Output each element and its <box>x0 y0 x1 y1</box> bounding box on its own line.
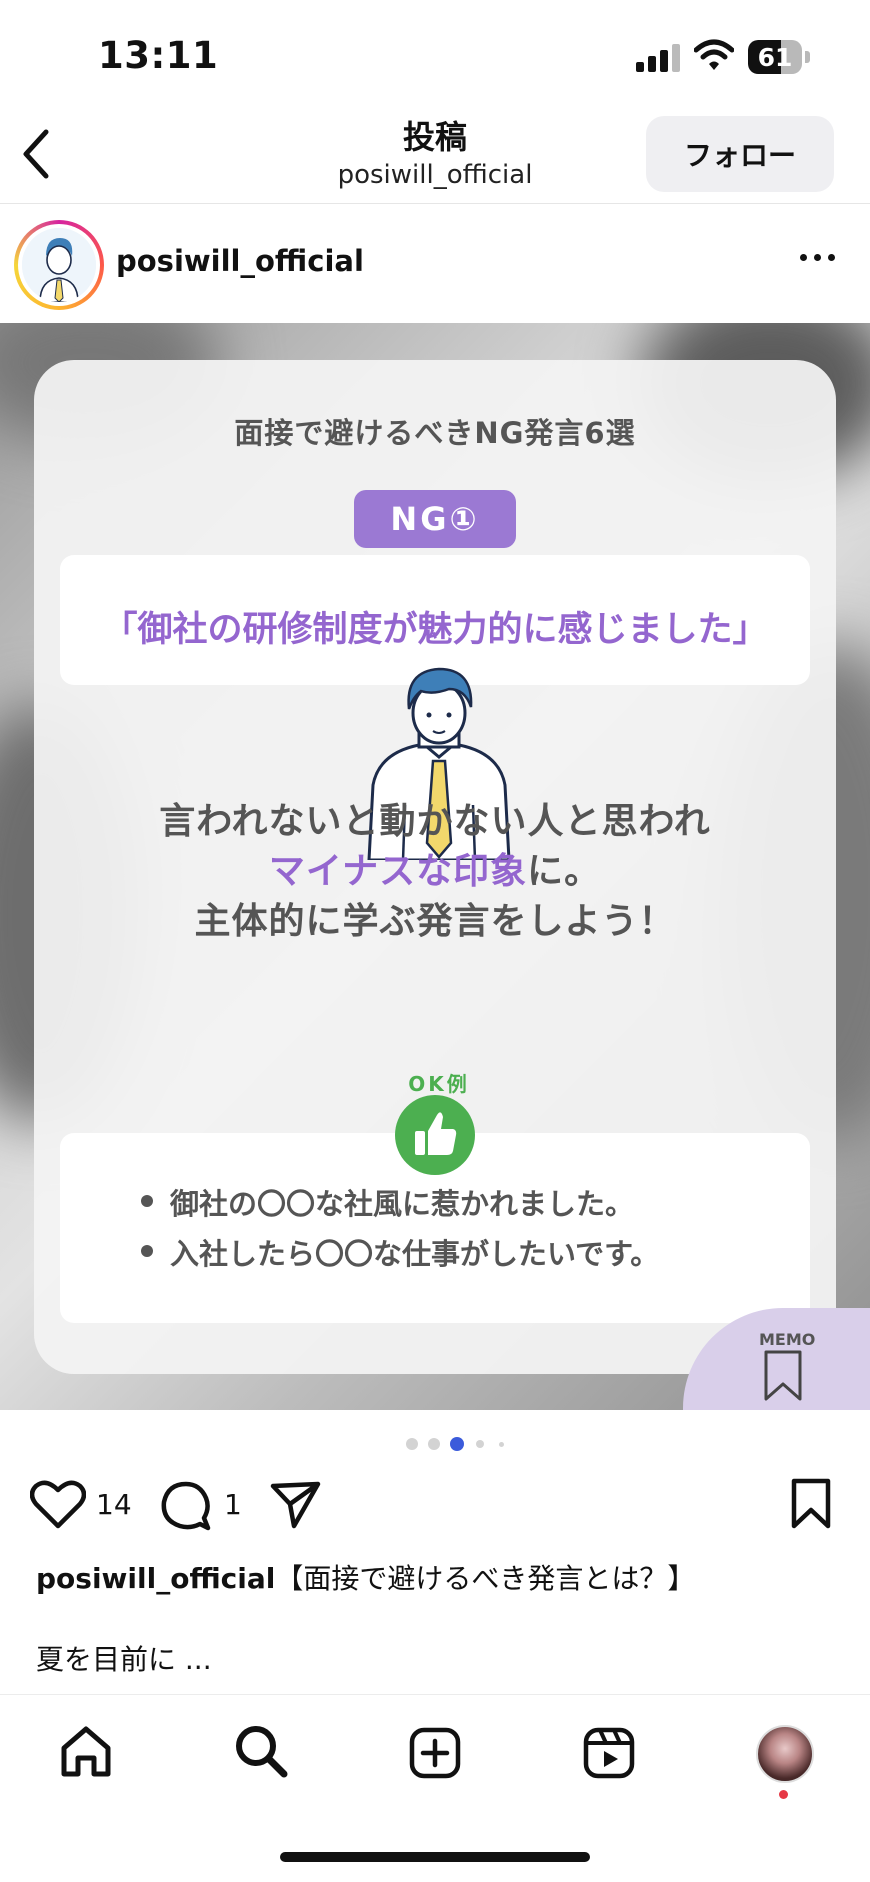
save-bookmark-icon[interactable] <box>790 1478 832 1530</box>
like-heart-icon[interactable] <box>30 1480 86 1530</box>
ok-label: OK例 <box>408 1072 470 1096</box>
message-line-2: マイナスな印象に。 <box>34 842 836 894</box>
reels-icon[interactable] <box>582 1726 636 1780</box>
caption-preview[interactable]: 夏を目前に ... <box>36 1638 212 1678</box>
share-send-icon[interactable] <box>270 1480 322 1530</box>
post-caption: posiwill_official【面接で避けるべき発言とは？】 <box>36 1557 695 1597</box>
carousel-dot <box>428 1438 440 1450</box>
card-title: 面接で避けるべきNG発言6選 <box>234 416 636 450</box>
memo-label: MEMO <box>759 1330 816 1349</box>
ng-badge: NG① <box>354 490 516 548</box>
message-highlight: マイナスな印象 <box>268 851 528 892</box>
home-indicator <box>280 1852 590 1862</box>
carousel-dot <box>476 1440 484 1448</box>
nav-divider <box>0 1694 870 1695</box>
message-line-3: 主体的に学ぶ発言をしよう！ <box>194 901 676 942</box>
profile-avatar[interactable] <box>756 1725 814 1783</box>
account-avatar[interactable] <box>14 220 104 310</box>
battery-cap <box>805 51 810 63</box>
create-post-icon[interactable] <box>408 1726 462 1780</box>
ok-item-1: 御社の〇〇な社風に惹かれました。 <box>140 1181 634 1223</box>
more-options-icon[interactable] <box>800 254 836 262</box>
follow-button[interactable]: フォロー <box>646 116 834 192</box>
header-divider <box>0 203 870 204</box>
comment-count[interactable]: 1 <box>224 1488 242 1521</box>
thumbs-up-icon <box>395 1095 475 1175</box>
memo-bookmark-icon <box>764 1350 802 1401</box>
wifi-icon <box>694 39 734 70</box>
avatar-illustration-icon <box>22 228 96 302</box>
like-count[interactable]: 14 <box>96 1488 132 1521</box>
ok-item-2: 入社したら〇〇な仕事がしたいです。 <box>140 1231 659 1273</box>
status-time: 13:11 <box>98 34 219 77</box>
battery-level-text: 61 <box>757 43 793 72</box>
caption-text: 【面接で避けるべき発言とは？】 <box>275 1562 696 1595</box>
info-card: 面接で避けるべきNG発言6選 「御社の研修制度が魅力的に感じました」 NG① 言… <box>34 360 836 1374</box>
carousel-dot <box>499 1442 504 1447</box>
caption-username[interactable]: posiwill_official <box>36 1562 275 1595</box>
message-line-2-rest: に。 <box>527 851 602 892</box>
carousel-dot <box>406 1438 418 1450</box>
cellular-signal-icon <box>636 42 680 72</box>
carousel-dot-active <box>450 1437 464 1451</box>
search-icon[interactable] <box>232 1722 288 1780</box>
account-username[interactable]: posiwill_official <box>116 244 364 278</box>
comment-icon[interactable] <box>160 1480 212 1532</box>
post-image[interactable]: 面接で避けるべきNG発言6選 「御社の研修制度が魅力的に感じました」 NG① 言… <box>0 323 870 1410</box>
message-line-1: 言われないと動かない人と思われ <box>159 801 711 842</box>
ng-quote-text: 「御社の研修制度が魅力的に感じました」 <box>102 610 768 650</box>
battery-icon: 61 <box>748 40 802 74</box>
notification-dot <box>779 1790 788 1799</box>
home-icon[interactable] <box>58 1724 114 1780</box>
